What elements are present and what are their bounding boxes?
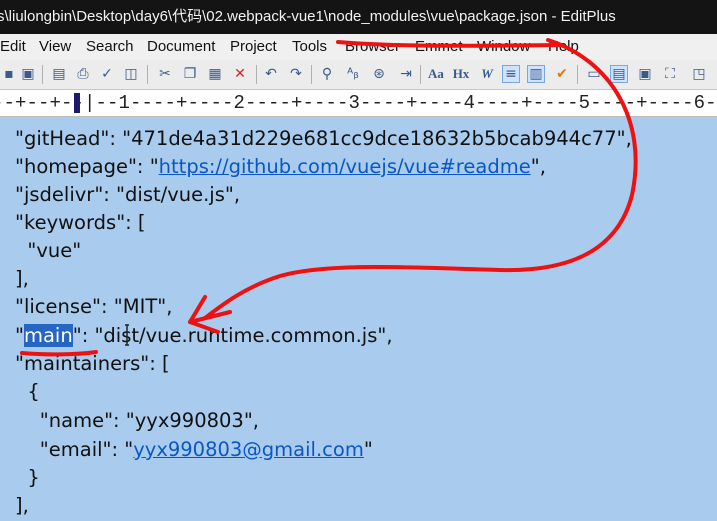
red-annotation-overlay — [20, 38, 638, 357]
text-cursor-icon — [125, 324, 129, 346]
main-underline-stroke — [20, 350, 98, 357]
title-underline-stroke — [336, 40, 562, 48]
curved-arrow-stroke — [203, 38, 638, 320]
